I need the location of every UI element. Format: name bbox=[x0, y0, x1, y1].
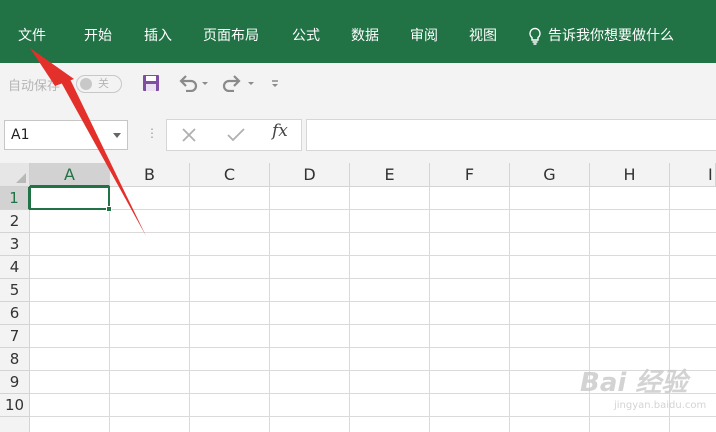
row-header-7[interactable]: 7 bbox=[0, 325, 30, 348]
gridline bbox=[269, 187, 270, 432]
row-header-3[interactable]: 3 bbox=[0, 233, 30, 256]
column-header-e[interactable]: E bbox=[350, 163, 430, 187]
insert-function-button[interactable]: fx bbox=[272, 121, 288, 141]
select-all-button[interactable] bbox=[0, 163, 30, 187]
fill-handle[interactable] bbox=[106, 206, 112, 212]
redo-icon bbox=[222, 75, 254, 93]
tell-me-search[interactable]: 告诉我你想要做什么 bbox=[528, 26, 674, 46]
enter-button[interactable] bbox=[226, 126, 246, 148]
row-header-5[interactable]: 5 bbox=[0, 279, 30, 302]
check-icon bbox=[227, 128, 245, 142]
column-header-g[interactable]: G bbox=[510, 163, 590, 187]
autosave-label: 自动保存 bbox=[8, 79, 61, 94]
toggle-knob bbox=[80, 78, 92, 90]
gridline bbox=[30, 301, 716, 302]
tab-page-layout[interactable]: 页面布局 bbox=[203, 26, 259, 46]
save-icon bbox=[143, 75, 159, 91]
customize-icon bbox=[272, 80, 278, 87]
gridline bbox=[109, 187, 110, 432]
row-header-10[interactable]: 10 bbox=[0, 394, 30, 417]
tab-home[interactable]: 开始 bbox=[84, 26, 112, 46]
gridline bbox=[349, 187, 350, 432]
undo-icon bbox=[179, 75, 208, 93]
column-header-b[interactable]: B bbox=[110, 163, 190, 187]
gridline bbox=[30, 324, 716, 325]
baidu-watermark: Bai 经验 jingyan.baidu.com bbox=[570, 352, 710, 422]
chevron-down-icon[interactable] bbox=[113, 133, 121, 138]
gridline bbox=[30, 347, 716, 348]
column-header-i[interactable]: I bbox=[670, 163, 716, 187]
watermark-brand: Bai 经验 bbox=[580, 368, 688, 398]
name-box-value: A1 bbox=[11, 127, 30, 143]
row-header-9[interactable]: 9 bbox=[0, 371, 30, 394]
tab-formulas[interactable]: 公式 bbox=[292, 26, 320, 46]
close-icon bbox=[182, 128, 196, 142]
customize-qat-button[interactable] bbox=[270, 74, 280, 96]
formula-input[interactable] bbox=[306, 119, 716, 151]
redo-button[interactable] bbox=[222, 74, 254, 96]
gridline bbox=[509, 187, 510, 432]
tab-review[interactable]: 审阅 bbox=[410, 26, 438, 46]
gridline bbox=[30, 232, 716, 233]
tab-data[interactable]: 数据 bbox=[351, 26, 379, 46]
autosave-toggle[interactable]: 关 bbox=[76, 75, 122, 93]
save-button[interactable] bbox=[142, 74, 160, 96]
selected-cell-a1[interactable] bbox=[29, 186, 112, 212]
gridline bbox=[30, 255, 716, 256]
column-header-c[interactable]: C bbox=[190, 163, 270, 187]
column-header-h[interactable]: H bbox=[590, 163, 670, 187]
undo-button[interactable] bbox=[178, 74, 208, 96]
tab-insert[interactable]: 插入 bbox=[144, 26, 172, 46]
row-header-4[interactable]: 4 bbox=[0, 256, 30, 279]
row-header-6[interactable]: 6 bbox=[0, 302, 30, 325]
tell-me-label: 告诉我你想要做什么 bbox=[548, 28, 674, 44]
drag-handle-icon[interactable]: ⋮ bbox=[146, 126, 158, 140]
gridline bbox=[30, 278, 716, 279]
name-box[interactable]: A1 bbox=[4, 120, 128, 150]
column-header-d[interactable]: D bbox=[270, 163, 350, 187]
column-header-f[interactable]: F bbox=[430, 163, 510, 187]
gridline bbox=[429, 187, 430, 432]
lightbulb-icon bbox=[529, 27, 541, 45]
cancel-button[interactable] bbox=[180, 126, 198, 148]
toggle-state-label: 关 bbox=[98, 77, 109, 90]
row-header-11[interactable] bbox=[0, 417, 30, 432]
watermark-url: jingyan.baidu.com bbox=[614, 400, 707, 411]
column-header-a[interactable]: A bbox=[30, 163, 110, 187]
tab-view[interactable]: 视图 bbox=[469, 26, 497, 46]
row-header-8[interactable]: 8 bbox=[0, 348, 30, 371]
gridline bbox=[30, 209, 716, 210]
row-header-1[interactable]: 1 bbox=[0, 187, 30, 210]
row-header-2[interactable]: 2 bbox=[0, 210, 30, 233]
tab-file[interactable]: 文件 bbox=[18, 26, 46, 46]
gridline bbox=[189, 187, 190, 432]
